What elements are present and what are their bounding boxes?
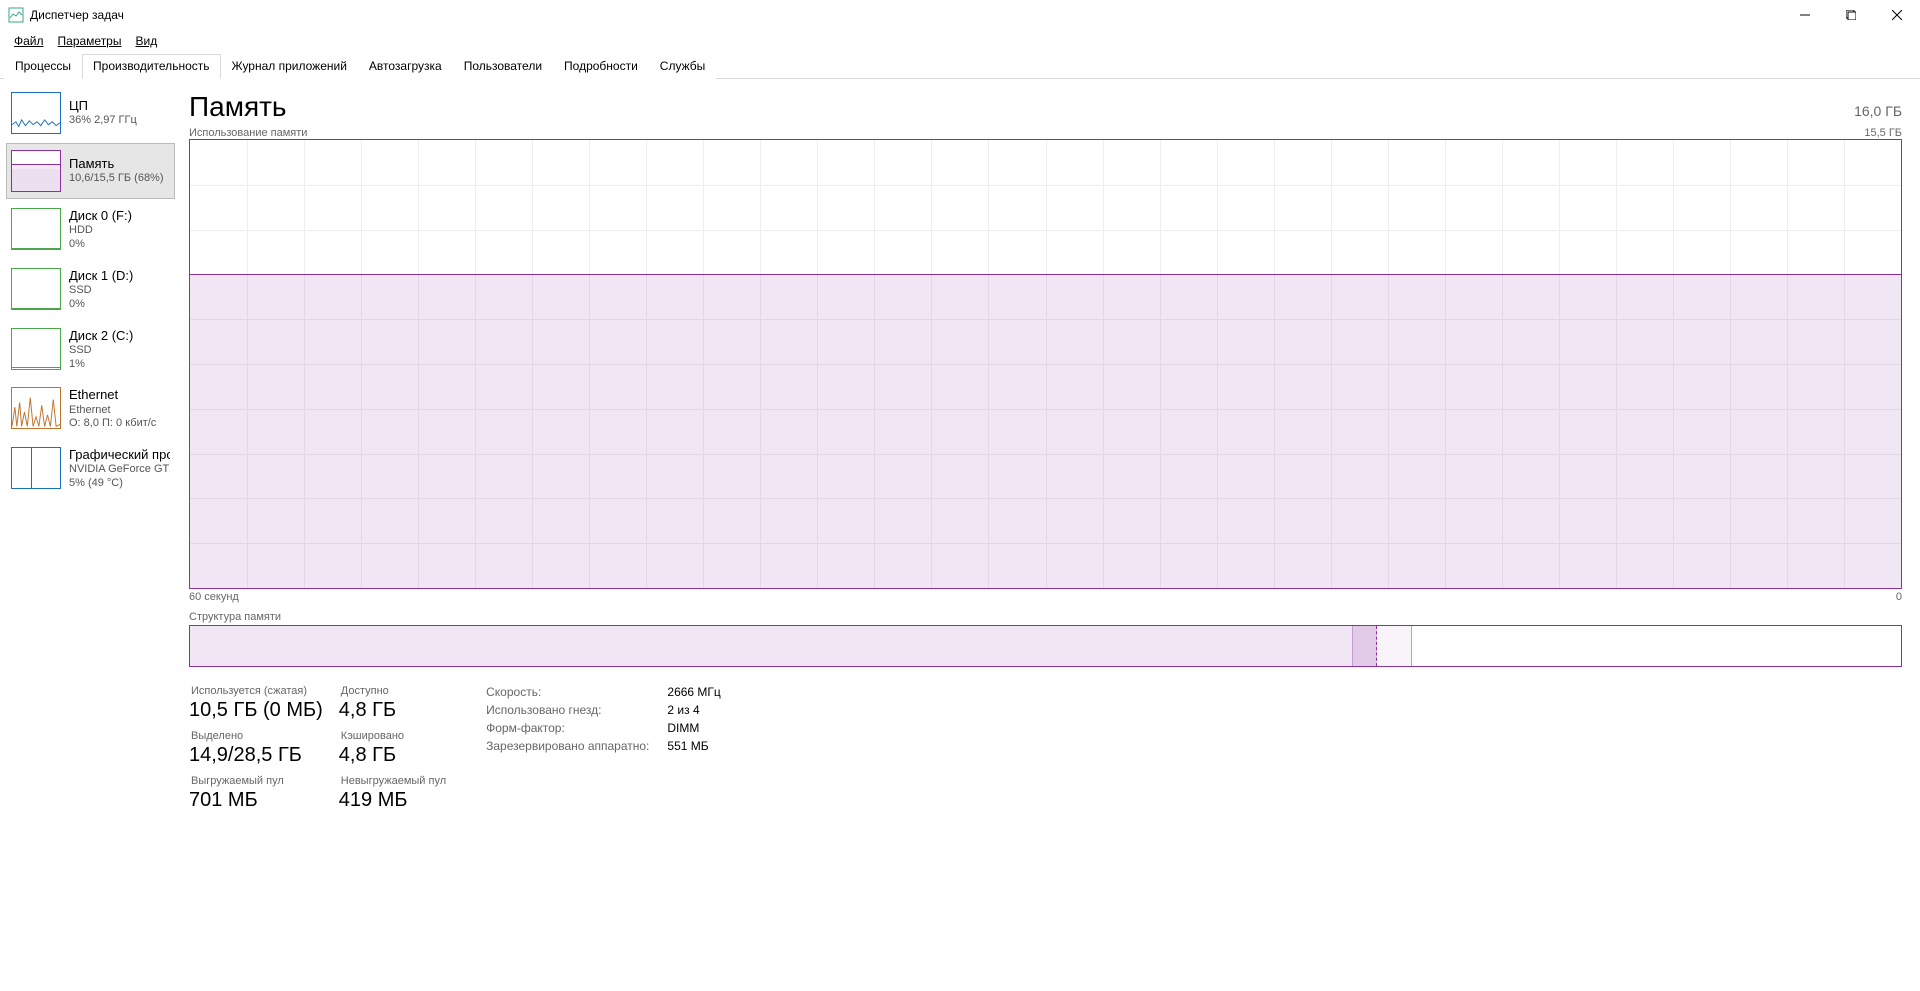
maximize-button[interactable] [1828, 0, 1874, 30]
menu-view[interactable]: Вид [129, 32, 163, 50]
sidebar-mem-title: Память [69, 156, 164, 172]
composition-standby [1377, 626, 1411, 666]
committed-value: 14,9/28,5 ГБ [189, 744, 323, 767]
gpu-thumb-icon [11, 447, 61, 489]
composition-in-use [190, 626, 1353, 666]
tab-startup[interactable]: Автозагрузка [358, 54, 453, 79]
tab-app-history[interactable]: Журнал приложений [221, 54, 358, 79]
composition-free [1412, 626, 1901, 666]
usage-chart-label: Использование памяти [189, 127, 307, 139]
in-use-value: 10,5 ГБ (0 МБ) [189, 699, 323, 722]
hwreserved-key: Зарезервировано аппаратно: [486, 739, 649, 753]
menubar: Файл Параметры Вид [0, 30, 1920, 52]
sidebar-item-ethernet[interactable]: Ethernet Ethernet О: 8,0 П: 0 кбит/с [6, 380, 175, 438]
sidebar-gpu-sub2: 5% (49 °C) [69, 477, 170, 491]
sidebar-item-disk0[interactable]: Диск 0 (F:) HDD 0% [6, 201, 175, 259]
available-label: Доступно [339, 685, 446, 697]
composition-modified [1353, 626, 1377, 666]
sidebar-item-gpu[interactable]: Графический процессор 0 NVIDIA GeForce G… [6, 440, 175, 498]
sidebar-disk2-sub1: SSD [69, 344, 133, 358]
committed-label: Выделено [189, 730, 323, 742]
speed-key: Скорость: [486, 685, 649, 699]
sidebar-eth-sub2: О: 8,0 П: 0 кбит/с [69, 417, 156, 431]
tab-details[interactable]: Подробности [553, 54, 649, 79]
memory-structure-label: Структура памяти [189, 611, 1902, 623]
performance-content: Память 16,0 ГБ Использование памяти 15,5… [175, 79, 1920, 990]
sidebar-disk2-title: Диск 2 (C:) [69, 328, 133, 344]
paged-pool-value: 701 МБ [189, 789, 323, 812]
hwreserved-value: 551 МБ [667, 739, 720, 753]
main-area: ЦП 36% 2,97 ГГц Память 10,6/15,5 ГБ (68%… [0, 79, 1920, 990]
formfactor-key: Форм-фактор: [486, 721, 649, 735]
sidebar-item-disk1[interactable]: Диск 1 (D:) SSD 0% [6, 261, 175, 319]
total-memory-label: 16,0 ГБ [1854, 103, 1902, 119]
cached-label: Кэшировано [339, 730, 446, 742]
minimize-button[interactable] [1782, 0, 1828, 30]
cpu-thumb-icon [11, 92, 61, 134]
sidebar-cpu-sub: 36% 2,97 ГГц [69, 114, 137, 128]
speed-value: 2666 МГц [667, 685, 720, 699]
tab-services[interactable]: Службы [649, 54, 716, 79]
paged-pool-label: Выгружаемый пул [189, 775, 323, 787]
sidebar-mem-sub: 10,6/15,5 ГБ (68%) [69, 172, 164, 186]
sidebar-item-disk2[interactable]: Диск 2 (C:) SSD 1% [6, 321, 175, 379]
titlebar: Диспетчер задач [0, 0, 1920, 30]
sidebar-disk0-title: Диск 0 (F:) [69, 208, 132, 224]
cached-value: 4,8 ГБ [339, 744, 446, 767]
menu-options[interactable]: Параметры [52, 32, 128, 50]
in-use-label: Используется (сжатая) [189, 685, 323, 697]
disk0-thumb-icon [11, 208, 61, 250]
disk2-thumb-icon [11, 328, 61, 370]
tab-users[interactable]: Пользователи [453, 54, 553, 79]
nonpaged-pool-label: Невыгружаемый пул [339, 775, 446, 787]
sidebar-disk2-sub2: 1% [69, 358, 133, 372]
chart-axis-left: 60 секунд [189, 591, 239, 603]
sidebar-gpu-title: Графический процессор 0 [69, 447, 170, 463]
app-icon [8, 7, 24, 23]
sidebar-item-memory[interactable]: Память 10,6/15,5 ГБ (68%) [6, 143, 175, 199]
sidebar-disk0-sub1: HDD [69, 224, 132, 238]
tab-performance[interactable]: Производительность [82, 54, 220, 79]
usage-chart-max: 15,5 ГБ [1864, 127, 1902, 139]
sidebar-gpu-sub1: NVIDIA GeForce GTX 1650 [69, 463, 170, 477]
sidebar-disk1-title: Диск 1 (D:) [69, 268, 133, 284]
tab-strip: Процессы Производительность Журнал прило… [0, 54, 1920, 79]
close-button[interactable] [1874, 0, 1920, 30]
window-title: Диспетчер задач [30, 8, 124, 22]
available-value: 4,8 ГБ [339, 699, 446, 722]
sidebar-eth-title: Ethernet [69, 387, 156, 403]
memory-usage-chart [189, 139, 1902, 589]
sidebar-cpu-title: ЦП [69, 98, 137, 114]
chart-used-area [190, 274, 1901, 588]
sidebar-disk1-sub1: SSD [69, 284, 133, 298]
memory-thumb-icon [11, 150, 61, 192]
tab-processes[interactable]: Процессы [4, 54, 82, 79]
sidebar-eth-sub1: Ethernet [69, 404, 156, 418]
formfactor-value: DIMM [667, 721, 720, 735]
memory-details: Используется (сжатая) 10,5 ГБ (0 МБ) Выд… [189, 685, 1902, 820]
slots-value: 2 из 4 [667, 703, 720, 717]
ethernet-thumb-icon [11, 387, 61, 429]
chart-axis-right: 0 [1896, 591, 1902, 603]
slots-key: Использовано гнезд: [486, 703, 649, 717]
page-title: Память [189, 91, 287, 123]
sidebar-disk0-sub2: 0% [69, 238, 132, 252]
window-controls [1782, 0, 1920, 30]
performance-sidebar: ЦП 36% 2,97 ГГц Память 10,6/15,5 ГБ (68%… [0, 79, 175, 990]
sidebar-disk1-sub2: 0% [69, 298, 133, 312]
nonpaged-pool-value: 419 МБ [339, 789, 446, 812]
memory-composition-bar [189, 625, 1902, 667]
disk1-thumb-icon [11, 268, 61, 310]
sidebar-item-cpu[interactable]: ЦП 36% 2,97 ГГц [6, 85, 175, 141]
menu-file[interactable]: Файл [8, 32, 50, 50]
